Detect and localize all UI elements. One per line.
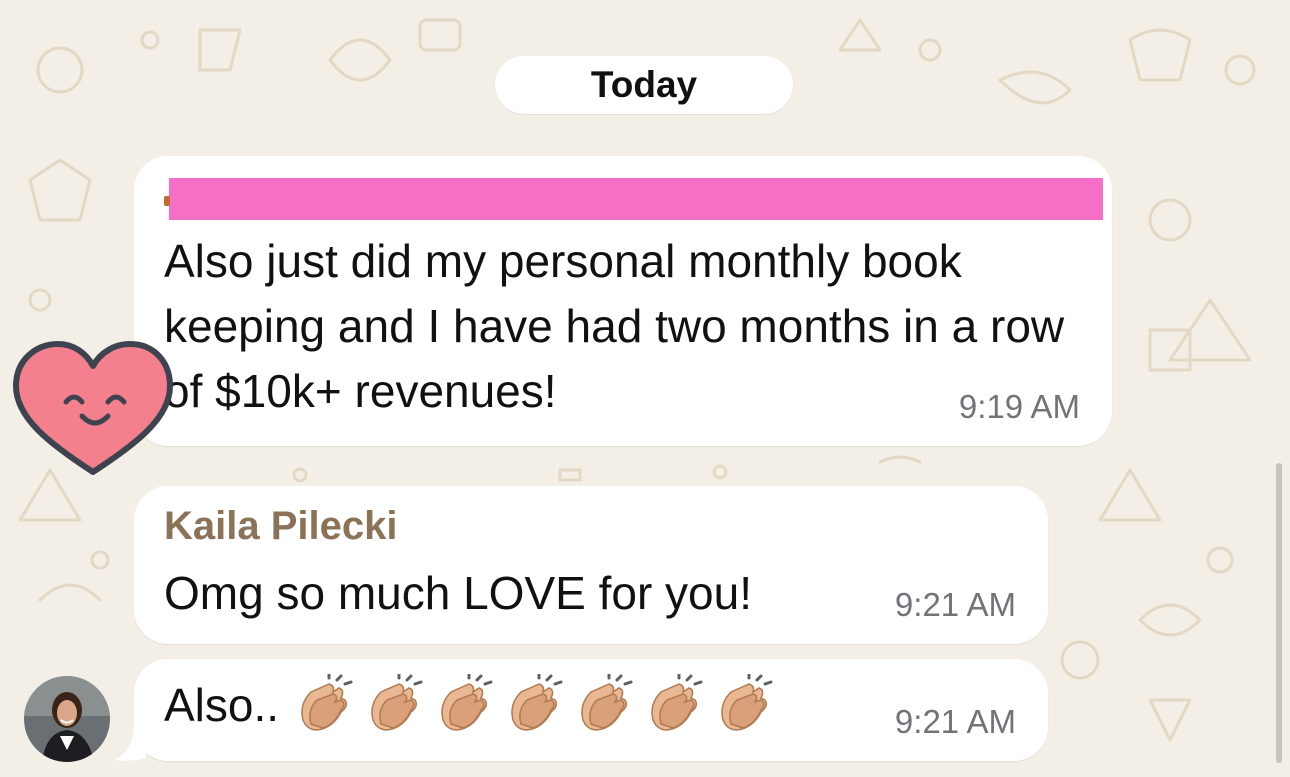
- message-text-row: Also..: [164, 673, 777, 738]
- clapping-hands-icon: [301, 673, 353, 731]
- reply-preview-marker: [164, 196, 170, 206]
- date-separator: Today: [495, 56, 793, 114]
- clapping-hands-icon: [651, 673, 703, 731]
- emoji-row: [293, 673, 777, 738]
- message-text: Omg so much LOVE for you!: [164, 567, 753, 619]
- message-timestamp: 9:21 AM: [894, 703, 1016, 740]
- message-bubble[interactable]: Also just did my personal monthly book k…: [134, 156, 1112, 446]
- bubble-tail: [114, 718, 146, 761]
- redacted-reply-preview: [169, 178, 1103, 220]
- clapping-hands-icon: [581, 673, 633, 731]
- message-text: Also just did my personal monthly book k…: [164, 235, 1065, 417]
- scrollbar[interactable]: [1276, 463, 1282, 763]
- sender-avatar[interactable]: [24, 676, 110, 762]
- clapping-hands-icon: [371, 673, 423, 731]
- sender-name[interactable]: Kaila Pilecki: [164, 504, 397, 549]
- clapping-hands-icon: [721, 673, 773, 731]
- smiling-heart-sticker-icon[interactable]: [10, 338, 180, 480]
- clapping-hands-icon: [511, 673, 563, 731]
- message-timestamp: 9:19 AM: [958, 388, 1080, 425]
- message-bubble[interactable]: Also.. 9:21 AM: [134, 659, 1048, 761]
- message-text: Also..: [164, 679, 280, 731]
- clapping-hands-icon: [441, 673, 493, 731]
- message-timestamp: 9:21 AM: [894, 586, 1016, 623]
- message-bubble[interactable]: Kaila Pilecki Omg so much LOVE for you! …: [134, 486, 1048, 644]
